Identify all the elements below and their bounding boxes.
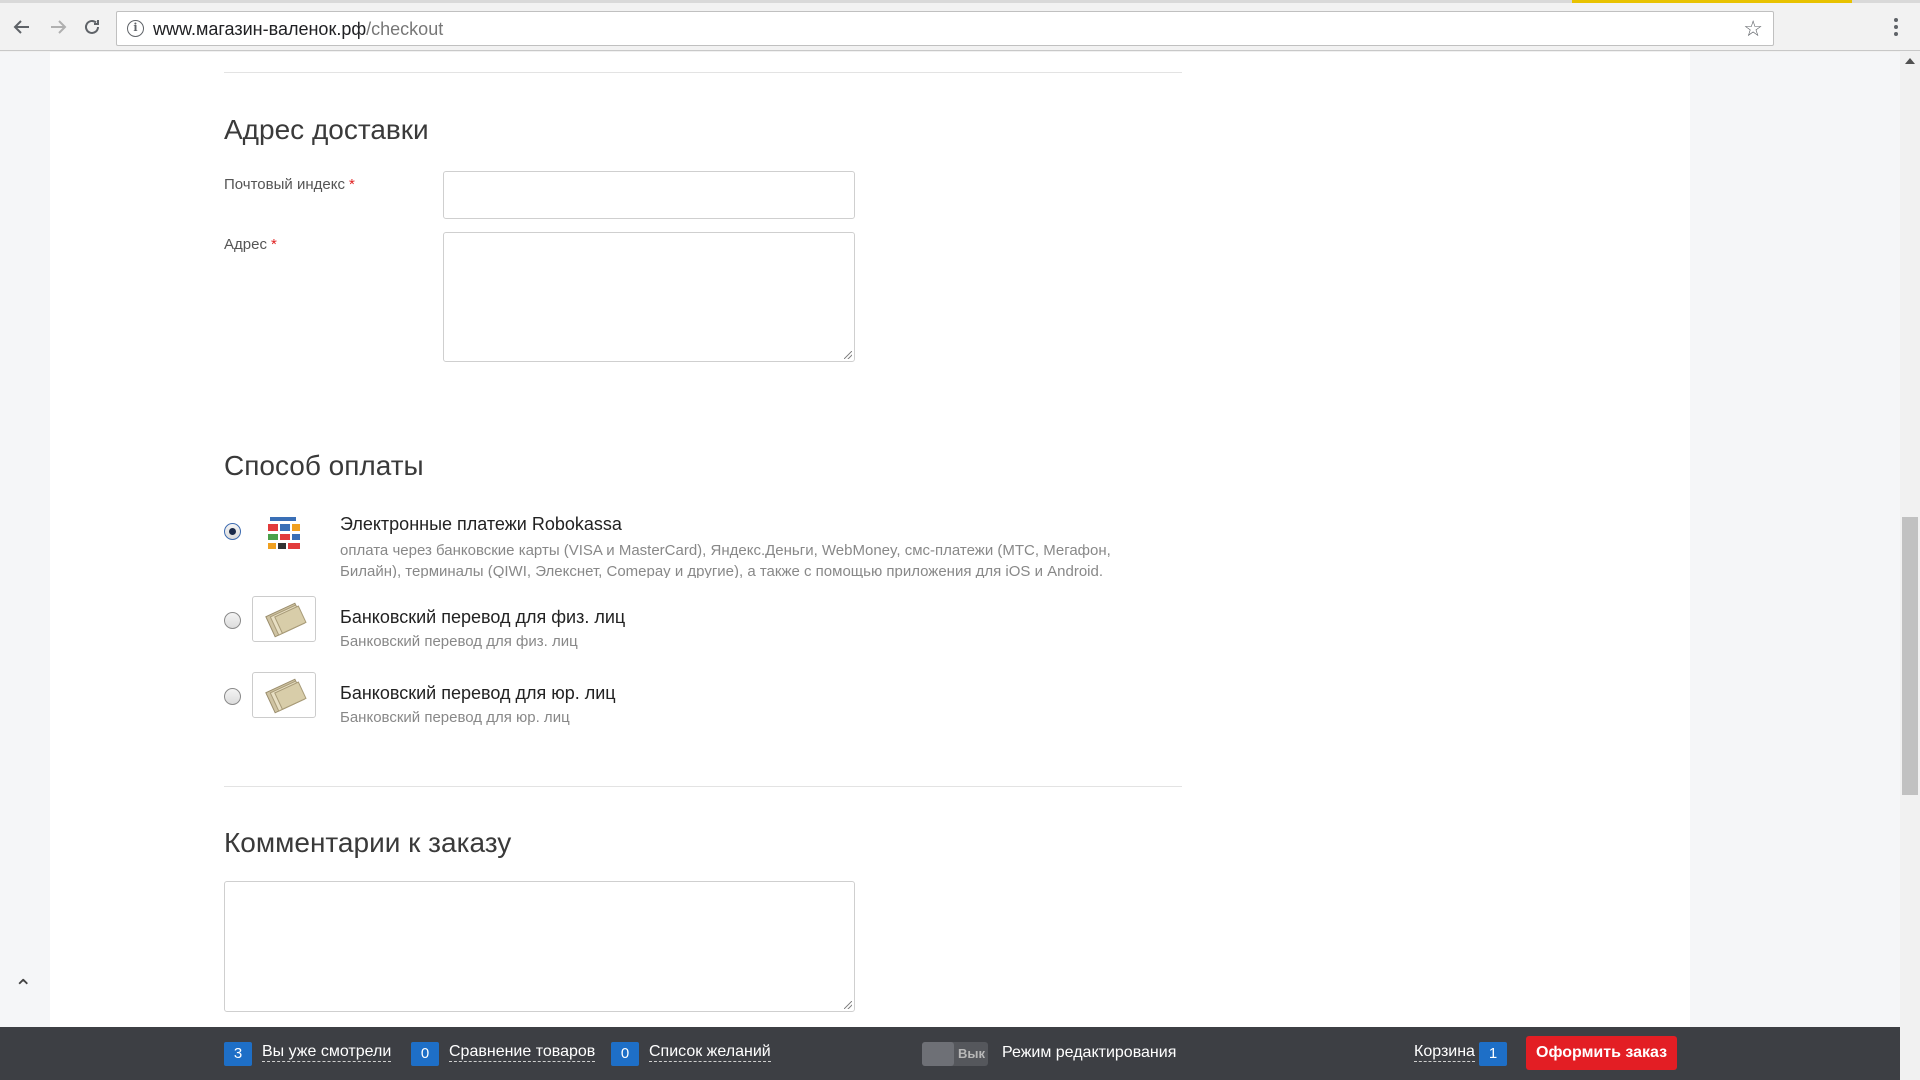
info-icon[interactable]: i xyxy=(127,20,144,37)
arrow-right-icon xyxy=(51,20,67,34)
viewed-link[interactable]: Вы уже смотрели xyxy=(262,1043,392,1062)
viewed-count-badge: 3 xyxy=(224,1042,252,1066)
cart-count-badge: 1 xyxy=(1479,1042,1507,1066)
scroll-thumb[interactable] xyxy=(1902,517,1918,795)
scroll-to-top-button[interactable]: ⌃ xyxy=(14,975,32,1001)
bottom-panel: 3 Вы уже смотрели 0 Сравнение товаров 0 … xyxy=(0,1027,1900,1080)
star-icon[interactable]: ☆ xyxy=(1743,16,1763,42)
payment-name-robokassa: Электронные платежи Robokassa xyxy=(340,514,622,534)
payment-desc-bank-individual: Банковский перевод для физ. лиц xyxy=(340,633,578,650)
address-label-text: Адрес xyxy=(224,236,267,253)
back-button[interactable] xyxy=(8,13,36,41)
divider xyxy=(224,72,1182,73)
address-textarea[interactable] xyxy=(443,232,855,362)
payment-desc-robokassa: оплата через банковские карты (VISA и Ma… xyxy=(340,542,1111,578)
payment-title: Способ оплаты xyxy=(224,450,424,481)
payment-method-bank-legal[interactable]: Банковский перевод для юр. лиц Банковски… xyxy=(224,668,1184,748)
compare-count-badge: 0 xyxy=(411,1042,439,1066)
reload-icon xyxy=(85,19,99,34)
comments-title: Комментарии к заказу xyxy=(224,827,512,858)
robokassa-logo xyxy=(252,511,316,557)
payment-desc-bank-legal: Банковский перевод для юр. лиц xyxy=(340,709,570,726)
required-mark: * xyxy=(270,236,277,253)
page-viewport: Адрес доставки Почтовый индекс * Адрес * С… xyxy=(0,52,1900,1027)
url-text[interactable]: www.магазин-валенок.рф/checkout xyxy=(153,19,443,40)
wishlist-count-badge: 0 xyxy=(611,1042,639,1066)
checkout-button[interactable]: Оформить заказ xyxy=(1526,1036,1678,1070)
address-label: Адрес * xyxy=(224,236,277,253)
arrow-left-icon xyxy=(13,20,29,34)
scroll-up-arrow-icon[interactable] xyxy=(1905,58,1915,64)
payment-name-bank-legal: Банковский перевод для юр. лиц xyxy=(340,683,616,703)
toggle-state-label: Вык xyxy=(958,1046,985,1061)
divider xyxy=(224,786,1182,787)
payment-radio-bank-legal[interactable] xyxy=(224,688,241,705)
postal-code-label: Почтовый индекс * xyxy=(224,176,355,193)
postal-code-input[interactable] xyxy=(443,171,855,219)
payment-name-bank-individual: Банковский перевод для физ. лиц xyxy=(340,607,626,627)
browser-menu-icon[interactable] xyxy=(1886,15,1906,39)
url-host: www.магазин-валенок.рф xyxy=(153,19,367,39)
cart-link[interactable]: Корзина xyxy=(1414,1043,1475,1062)
payment-radio-bank-individual[interactable] xyxy=(224,612,241,629)
bank-transfer-icon xyxy=(252,672,316,718)
address-bar[interactable]: i www.магазин-валенок.рф/checkout ☆ xyxy=(116,11,1774,46)
reload-button[interactable] xyxy=(78,13,106,41)
postal-code-label-text: Почтовый индекс xyxy=(224,176,345,193)
edit-mode-toggle[interactable]: Вык xyxy=(922,1042,988,1066)
checkout-content: Адрес доставки Почтовый индекс * Адрес * С… xyxy=(50,52,1690,1027)
toggle-knob xyxy=(922,1042,954,1066)
required-mark: * xyxy=(348,176,355,193)
url-path: /checkout xyxy=(366,19,444,39)
edit-mode-label: Режим редактирования xyxy=(1002,1044,1177,1061)
payment-radio-robokassa[interactable] xyxy=(224,523,241,540)
bank-transfer-icon xyxy=(252,596,316,642)
page-scrollbar[interactable] xyxy=(1900,52,1920,1080)
browser-toolbar: i www.магазин-валенок.рф/checkout ☆ xyxy=(0,3,1920,51)
comments-textarea[interactable] xyxy=(224,881,855,1012)
delivery-title: Адрес доставки xyxy=(224,114,429,145)
payment-method-bank-individual[interactable]: Банковский перевод для физ. лиц Банковск… xyxy=(224,592,1184,672)
wishlist-link[interactable]: Список желаний xyxy=(649,1043,771,1062)
forward-button[interactable] xyxy=(44,13,72,41)
compare-link[interactable]: Сравнение товаров xyxy=(449,1043,596,1062)
